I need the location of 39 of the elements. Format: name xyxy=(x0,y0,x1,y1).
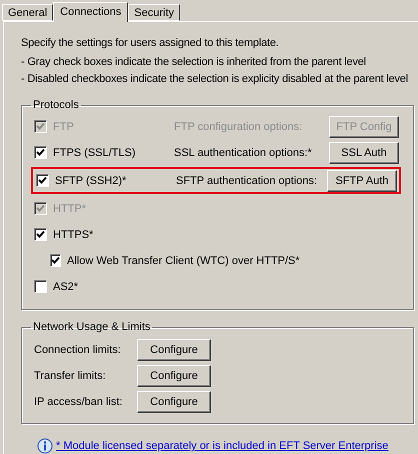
checkbox[interactable] xyxy=(34,146,47,159)
option-label: FTP configuration options: xyxy=(174,120,304,132)
checkbox[interactable] xyxy=(36,174,49,187)
configure-button[interactable]: Configure xyxy=(137,339,211,361)
instruction-text: - Gray check boxes indicate the selection is inherited from the parent level xyxy=(21,55,367,70)
tab[interactable]: General xyxy=(2,4,54,21)
instruction-text: - Disabled checkboxes indicate the selection is explicity disabled at the parent level xyxy=(21,72,409,87)
checkbox-label: HTTPS* xyxy=(53,228,94,240)
configure-button[interactable]: Configure xyxy=(137,391,211,413)
checkbox[interactable] xyxy=(34,280,47,293)
checkmark-icon xyxy=(36,148,45,157)
limit-label: Transfer limits: xyxy=(34,370,107,382)
option-label: SSL authentication options:* xyxy=(174,146,313,158)
checkmark-icon xyxy=(38,176,47,185)
checkbox-label: FTPS (SSL/TLS) xyxy=(53,146,136,158)
checkbox[interactable] xyxy=(50,254,61,267)
option-label: SFTP authentication options: xyxy=(176,174,318,186)
checkmark-icon xyxy=(36,230,45,239)
group-title: Network Usage & Limits xyxy=(32,321,152,333)
checkbox-label: AS2* xyxy=(53,280,78,292)
tab[interactable]: Connections xyxy=(53,2,128,22)
checkbox-label: FTP xyxy=(53,120,74,132)
instruction-text: Specify the settings for users assigned to this template. xyxy=(21,36,280,51)
limit-label: IP access/ban list: xyxy=(34,396,124,408)
info-icon xyxy=(37,438,53,454)
auth-button[interactable]: SFTP Auth xyxy=(327,170,397,192)
checkbox-label: SFTP (SSH2)* xyxy=(55,174,126,186)
checkbox[interactable] xyxy=(34,228,47,241)
checkbox-label: HTTP* xyxy=(53,202,86,214)
license-link[interactable]: * Module licensed separately or is included in EFT Server Enterprise xyxy=(56,440,388,452)
checkmark-icon xyxy=(36,122,45,131)
checkmark-icon xyxy=(36,204,45,213)
auth-button[interactable]: SSL Auth xyxy=(329,142,399,164)
tab[interactable]: Security xyxy=(128,4,180,21)
configure-button[interactable]: Configure xyxy=(137,365,211,387)
checkmark-icon xyxy=(51,256,60,265)
limit-label: Connection limits: xyxy=(34,344,122,356)
checkbox-label: Allow Web Transfer Client (WTC) over HTTP/S* xyxy=(67,254,300,266)
group-title: Protocols xyxy=(32,99,80,111)
